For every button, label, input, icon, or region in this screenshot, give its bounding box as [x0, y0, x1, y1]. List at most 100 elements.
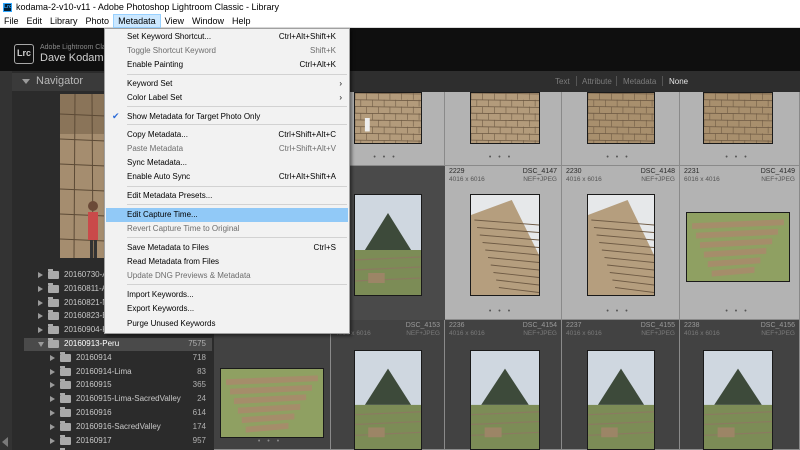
folder-icon	[48, 324, 59, 335]
photo-thumbnail[interactable]	[220, 368, 324, 438]
folder-name: 20160916-SacredValley	[76, 421, 161, 431]
menu-item[interactable]: Update DNG Previews & Metadata	[106, 269, 348, 283]
filter-separator	[662, 76, 663, 86]
menu-item[interactable]: Enable Painting Ctrl+Alt+K	[106, 58, 348, 72]
filter-tab-text[interactable]: Text	[555, 77, 570, 86]
left-panel-collapse-strip[interactable]	[0, 71, 12, 450]
menu-item[interactable]: Export Keywords...	[106, 302, 348, 316]
folder-count: 957	[192, 435, 206, 445]
expand-right-icon[interactable]	[50, 396, 55, 403]
menu-window[interactable]: Window	[188, 14, 228, 28]
menu-item[interactable]: Read Metadata from Files	[106, 255, 348, 269]
photo-thumbnail[interactable]	[703, 350, 773, 450]
file-name: DSC_4147	[522, 168, 557, 175]
menu-item[interactable]: Purge Unused Keywords	[106, 317, 348, 331]
rating-dots[interactable]: •••	[680, 308, 799, 315]
image-dimensions: 4016 x 6016	[566, 176, 602, 183]
photo-thumbnail[interactable]	[354, 194, 422, 296]
menu-item[interactable]: Revert Capture Time to Original	[106, 222, 348, 236]
photo-thumbnail[interactable]	[470, 194, 540, 296]
expand-right-icon[interactable]	[38, 285, 43, 292]
menu-item[interactable]: Enable Auto Sync Ctrl+Alt+Shift+A	[106, 170, 348, 184]
photo-thumbnail[interactable]	[470, 92, 540, 144]
expand-right-icon[interactable]	[50, 410, 55, 416]
photo-thumbnail[interactable]	[354, 350, 422, 450]
menu-item[interactable]: Keyword Set ›	[106, 77, 348, 91]
folder-row[interactable]: 20160916 614	[24, 407, 212, 420]
expand-right-icon[interactable]	[50, 368, 55, 375]
expand-right-icon[interactable]	[50, 382, 55, 389]
folder-icon	[60, 379, 71, 390]
checkmark-icon: ✔	[112, 111, 120, 121]
photo-thumbnail[interactable]	[703, 92, 773, 144]
rating-dots[interactable]: •••	[562, 154, 679, 161]
menu-separator	[127, 284, 347, 285]
filter-tab-attribute[interactable]: Attribute	[582, 77, 612, 86]
menu-item[interactable]: ✔ Show Metadata for Target Photo Only	[106, 110, 348, 124]
cell-index: 2229	[449, 168, 465, 175]
folder-row[interactable]: 20160914-Lima 83	[24, 365, 212, 379]
photo-thumbnail[interactable]	[354, 92, 422, 144]
menu-item[interactable]: Edit Capture Time...	[106, 208, 348, 222]
navigator-preview[interactable]	[59, 93, 107, 259]
photo-thumbnail[interactable]	[686, 212, 790, 282]
menu-item[interactable]: Paste Metadata Ctrl+Shift+Alt+V	[106, 142, 348, 156]
menu-library[interactable]: Library	[46, 14, 82, 28]
file-type: NEF+JPEG	[641, 176, 675, 183]
folder-icon	[48, 296, 59, 307]
menu-item-label: Save Metadata to Files	[127, 243, 209, 252]
folder-row[interactable]: 20160915 365	[24, 379, 212, 392]
expand-arrow-icon	[22, 79, 30, 84]
folder-name: 20160730-A	[64, 270, 108, 279]
folder-row[interactable]: 20160916-SacredValley 174	[24, 420, 212, 434]
file-name: DSC_4154	[522, 322, 557, 329]
menu-item[interactable]: Copy Metadata... Ctrl+Shift+Alt+C	[106, 128, 348, 142]
photo-thumbnail[interactable]	[470, 350, 540, 450]
expand-right-icon[interactable]	[50, 437, 55, 444]
menu-view[interactable]: View	[161, 14, 188, 28]
folder-row[interactable]: 20160914 718	[24, 351, 212, 365]
menu-item[interactable]: Sync Metadata...	[106, 156, 348, 170]
menu-item[interactable]: Color Label Set ›	[106, 91, 348, 105]
menu-item[interactable]: Edit Metadata Presets...	[106, 189, 348, 203]
expand-right-icon[interactable]	[38, 313, 43, 320]
menu-photo[interactable]: Photo	[82, 14, 114, 28]
lrc-logo-icon: Lrc	[14, 44, 34, 64]
menu-file[interactable]: File	[0, 14, 23, 28]
expand-right-icon[interactable]	[38, 272, 43, 278]
rating-dots[interactable]: •••	[214, 438, 330, 445]
expand-right-icon[interactable]	[38, 327, 43, 334]
image-dimensions: 4016 x 6016	[566, 330, 602, 337]
folder-name: 20160823-E	[64, 311, 108, 321]
menu-item-label: Revert Capture Time to Original	[127, 224, 240, 233]
folder-row[interactable]: 20160917 957	[24, 434, 212, 448]
filter-tab-none[interactable]: None	[669, 77, 688, 86]
rating-dots[interactable]: •••	[445, 308, 561, 315]
expand-right-icon[interactable]	[50, 423, 55, 430]
filter-tab-metadata[interactable]: Metadata	[623, 77, 656, 86]
menu-metadata[interactable]: Metadata	[113, 13, 161, 28]
photo-thumbnail[interactable]	[587, 92, 655, 144]
menu-item[interactable]: Import Keywords...	[106, 288, 348, 302]
folder-row[interactable]: 20160915-Lima-SacredValley 24	[24, 393, 212, 406]
folder-icon	[60, 420, 71, 431]
menu-item[interactable]: Set Keyword Shortcut... Ctrl+Alt+Shift+K	[106, 30, 348, 44]
photo-thumbnail[interactable]	[587, 350, 655, 450]
menu-help[interactable]: Help	[228, 14, 255, 28]
folder-row[interactable]: 20160913-Peru 7575	[24, 338, 212, 351]
file-type: NEF+JPEG	[761, 330, 795, 337]
menu-edit[interactable]: Edit	[23, 14, 47, 28]
menu-item[interactable]: Save Metadata to Files Ctrl+S	[106, 241, 348, 255]
expand-right-icon[interactable]	[38, 299, 43, 306]
photo-thumbnail[interactable]	[587, 194, 655, 296]
expand-right-icon[interactable]	[50, 354, 55, 361]
rating-dots[interactable]: •••	[562, 308, 679, 315]
cell-index: 2238	[684, 322, 700, 329]
menu-item-label: Purge Unused Keywords	[127, 319, 216, 328]
menu-item[interactable]: Toggle Shortcut Keyword Shift+K	[106, 44, 348, 58]
rating-dots[interactable]: •••	[445, 154, 561, 161]
rating-dots[interactable]: •••	[680, 154, 799, 161]
collapse-left-arrow-icon[interactable]	[2, 437, 8, 447]
expand-down-icon[interactable]	[38, 342, 44, 347]
menu-separator	[127, 204, 347, 205]
